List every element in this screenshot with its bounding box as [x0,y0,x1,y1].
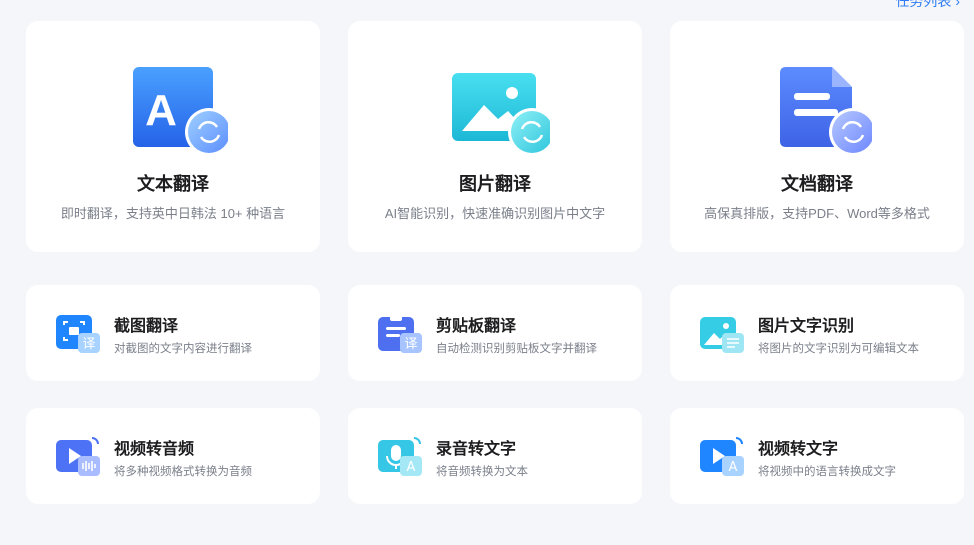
image-ocr-icon [700,317,744,353]
screenshot-translate-icon: 译 [56,315,100,353]
screenshot-translate-card[interactable]: 译 截图翻译 对截图的文字内容进行翻译 [26,285,320,381]
video-to-text-card[interactable]: A 视频转文字 将视频中的语言转换成文字 [670,408,964,504]
text-translate-card[interactable]: A 文本翻译 即时翻译，支持英中日韩法 10+ 种语言 [26,21,320,252]
svg-text:A: A [145,86,177,135]
svg-text:A: A [729,460,738,475]
card-title: 截图翻译 [114,318,179,335]
svg-text:译: 译 [82,337,95,352]
card-desc: AI智能识别，快速准确识别图片中文字 [384,206,606,221]
video-to-audio-card[interactable]: 视频转音频 将多种视频格式转换为音频 [26,408,320,504]
video-to-audio-icon [56,437,100,476]
image-translate-card[interactable]: 图片翻译 AI智能识别，快速准确识别图片中文字 [348,21,642,252]
card-desc: 将图片的文字识别为可编辑文本 [758,343,919,355]
image-ocr-card[interactable]: 图片文字识别 将图片的文字识别为可编辑文本 [670,285,964,381]
svg-text:译: 译 [404,337,417,352]
card-desc: 将视频中的语言转换成文字 [758,466,896,478]
card-desc: 将音频转换为文本 [436,466,528,478]
card-title: 剪贴板翻译 [436,318,517,335]
task-list-link[interactable]: 任务列表 › [895,0,960,11]
card-desc: 对截图的文字内容进行翻译 [114,343,252,355]
card-title: 视频转文字 [758,441,839,458]
clipboard-translate-icon: 译 [378,315,422,353]
card-title: 视频转音频 [114,441,195,458]
video-to-text-icon: A [700,437,744,476]
card-title: 文档翻译 [781,174,853,194]
card-desc: 高保真排版，支持PDF、Word等多格式 [704,206,930,221]
document-translate-card[interactable]: 文档翻译 高保真排版，支持PDF、Word等多格式 [670,21,964,252]
document-translate-icon [780,67,872,156]
card-desc: 自动检测识别剪贴板文字并翻译 [436,343,597,355]
clipboard-translate-card[interactable]: 译 剪贴板翻译 自动检测识别剪贴板文字并翻译 [348,285,642,381]
audio-to-text-card[interactable]: A 录音转文字 将音频转换为文本 [348,408,642,504]
text-translate-icon: A [133,67,228,156]
card-title: 图片翻译 [459,174,531,194]
card-desc: 即时翻译，支持英中日韩法 10+ 种语言 [60,206,286,221]
audio-to-text-icon: A [378,437,422,476]
card-title: 文本翻译 [137,174,209,194]
card-title: 录音转文字 [436,441,517,458]
card-desc: 将多种视频格式转换为音频 [114,466,252,478]
svg-text:A: A [407,460,416,475]
image-translate-icon [452,73,550,156]
card-title: 图片文字识别 [758,318,855,335]
